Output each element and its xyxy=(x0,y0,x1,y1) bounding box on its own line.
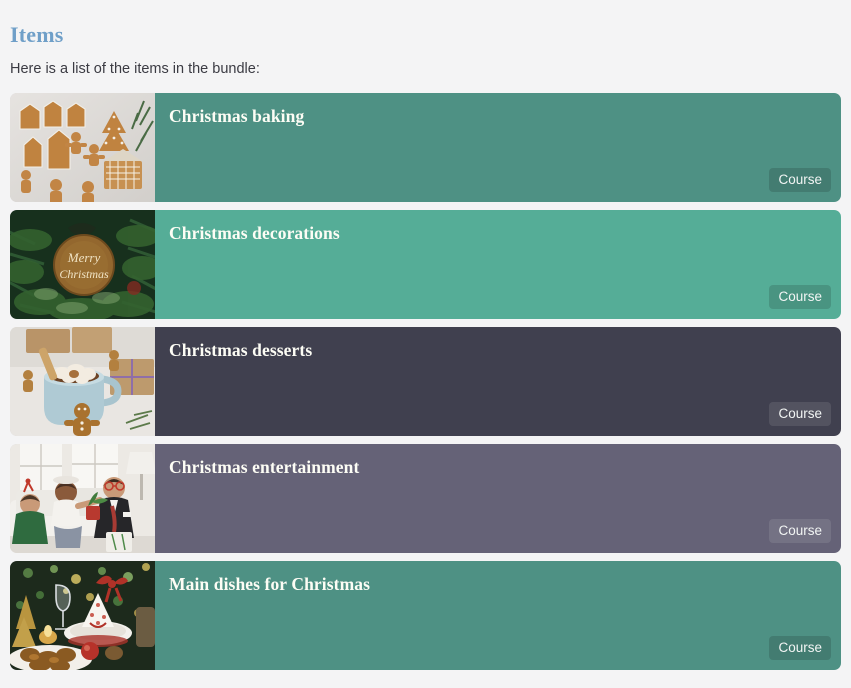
hot-chocolate-mug-thumbnail xyxy=(10,327,155,437)
item-title: Christmas entertainment xyxy=(169,457,360,478)
family-on-couch-thumbnail xyxy=(10,444,155,554)
item-title: Christmas desserts xyxy=(169,340,313,361)
item-card[interactable]: Christmas baking Course xyxy=(10,93,841,203)
item-title: Christmas decorations xyxy=(169,223,340,244)
page-description: Here is a list of the items in the bundl… xyxy=(10,61,260,78)
item-type-badge: Course xyxy=(769,401,831,427)
item-card[interactable]: Christmas entertainment Course xyxy=(10,444,841,554)
item-body: Christmas decorations Course xyxy=(155,210,841,320)
item-type-badge: Course xyxy=(769,284,831,310)
items-page: Items Here is a list of the items in the… xyxy=(0,0,851,688)
item-body: Christmas desserts Course xyxy=(155,327,841,437)
item-type-badge: Course xyxy=(769,635,831,661)
item-type-badge: Course xyxy=(769,167,831,193)
item-card[interactable]: Christmas desserts Course xyxy=(10,327,841,437)
item-title: Christmas baking xyxy=(169,106,305,127)
item-card[interactable]: Main dishes for Christmas Course xyxy=(10,561,841,671)
svg-text:Christmas: Christmas xyxy=(59,267,109,281)
page-title: Items xyxy=(10,22,64,47)
item-title: Main dishes for Christmas xyxy=(169,574,371,595)
christmas-dinner-table-thumbnail xyxy=(10,561,155,671)
svg-text:Merry: Merry xyxy=(67,250,101,265)
item-card[interactable]: Merry Christmas Christmas decorations Co… xyxy=(10,210,841,320)
item-body: Main dishes for Christmas Course xyxy=(155,561,841,671)
items-list: Christmas baking Course Merry Christmas … xyxy=(10,93,841,671)
gingerbread-cookies-thumbnail xyxy=(10,93,155,203)
item-type-badge: Course xyxy=(769,518,831,544)
item-body: Christmas entertainment Course xyxy=(155,444,841,554)
merry-christmas-ornament-thumbnail: Merry Christmas xyxy=(10,210,155,320)
item-body: Christmas baking Course xyxy=(155,93,841,203)
